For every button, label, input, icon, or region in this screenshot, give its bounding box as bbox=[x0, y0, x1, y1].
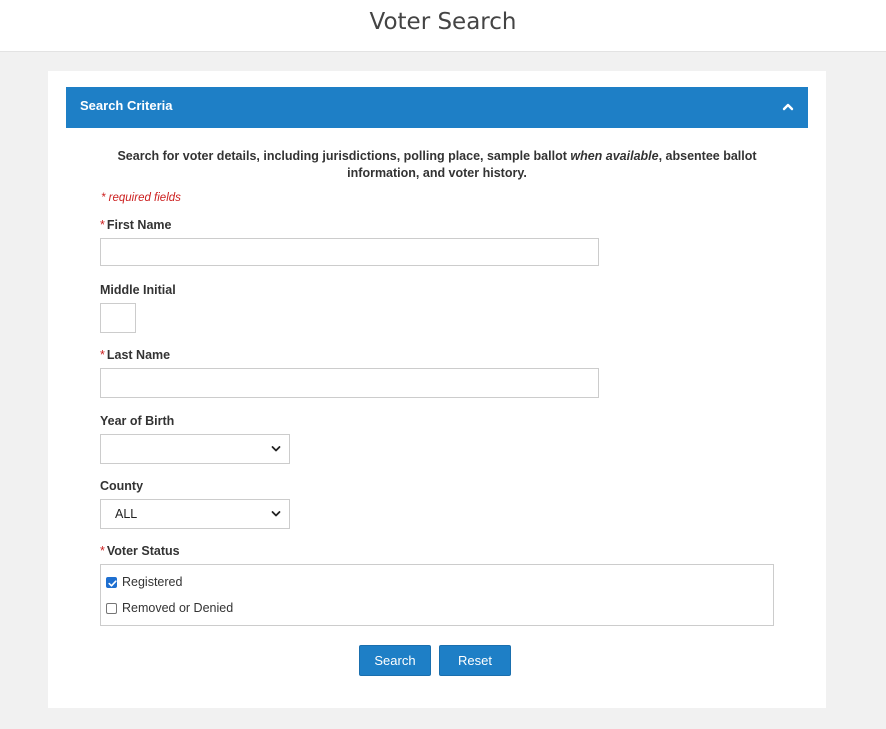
removed-or-denied-label: Removed or Denied bbox=[122, 601, 234, 615]
middle-initial-input[interactable] bbox=[100, 303, 136, 333]
voter-status-label: * Voter Status bbox=[100, 544, 180, 558]
search-button[interactable]: Search bbox=[359, 645, 431, 676]
top-header-bar: Voter Search bbox=[0, 0, 886, 52]
removed-or-denied-checkbox[interactable] bbox=[106, 603, 117, 614]
chevron-down-icon bbox=[271, 446, 281, 452]
year-of-birth-label: Year of Birth bbox=[100, 414, 175, 428]
intro-text: Search for voter details, including juri… bbox=[117, 149, 757, 180]
county-select[interactable]: ALL bbox=[100, 499, 290, 529]
first-name-input[interactable] bbox=[100, 238, 599, 266]
registered-label: Registered bbox=[122, 575, 183, 589]
chevron-down-icon bbox=[271, 511, 281, 517]
search-criteria-panel-header[interactable]: Search Criteria bbox=[66, 87, 808, 128]
county-label: County bbox=[100, 479, 144, 493]
last-name-input[interactable] bbox=[100, 368, 599, 398]
required-star: * bbox=[100, 348, 105, 362]
registered-checkbox[interactable] bbox=[106, 577, 117, 588]
panel-title: Search Criteria bbox=[80, 98, 173, 113]
middle-initial-label: Middle Initial bbox=[100, 283, 176, 297]
search-card: Search Criteria Search for voter details… bbox=[48, 71, 826, 708]
page-title: Voter Search bbox=[369, 9, 517, 35]
county-value: ALL bbox=[115, 507, 138, 521]
required-star: * bbox=[100, 218, 105, 232]
checkmark-icon bbox=[108, 580, 117, 587]
first-name-label: * First Name bbox=[100, 218, 172, 232]
required-fields-note: * required fields bbox=[101, 192, 181, 204]
last-name-label: * Last Name bbox=[100, 348, 171, 362]
intro-emphasis: when available bbox=[570, 149, 659, 163]
voter-status-group: Registered Removed or Denied bbox=[100, 564, 774, 626]
required-star: * bbox=[100, 544, 105, 558]
year-of-birth-select[interactable] bbox=[100, 434, 290, 464]
reset-button[interactable]: Reset bbox=[439, 645, 511, 676]
chevron-up-icon[interactable] bbox=[780, 99, 796, 115]
